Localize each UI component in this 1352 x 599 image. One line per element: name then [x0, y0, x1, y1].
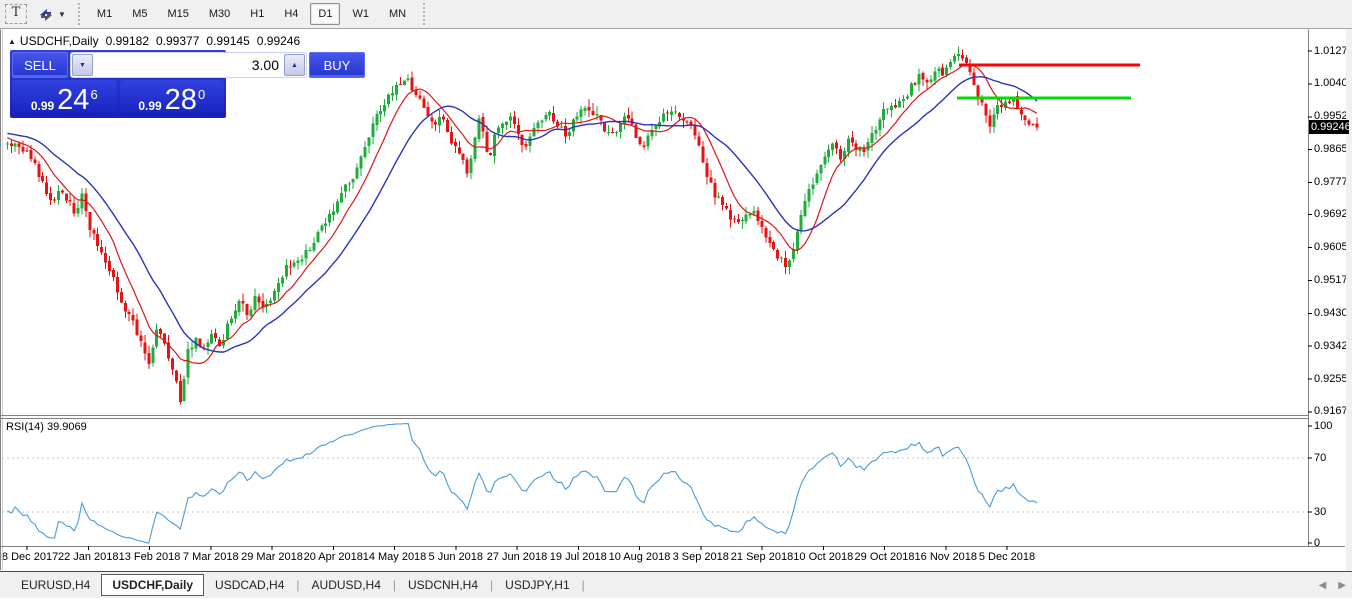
ohlc-open: 0.99182 — [106, 34, 149, 48]
buy-button[interactable]: BUY — [309, 52, 365, 78]
symbol-name: USDCHF,Daily — [20, 34, 99, 48]
sell-price-box[interactable]: 0.99 24 6 — [12, 80, 117, 116]
sell-price-big: 24 — [57, 87, 89, 113]
volume-increase-button[interactable]: ▲ — [284, 54, 305, 76]
collapse-triangle-icon[interactable]: ▲ — [8, 37, 16, 46]
sell-price-sup: 6 — [90, 88, 97, 101]
buy-price-box[interactable]: 0.99 28 0 — [120, 80, 225, 116]
ohlc-close: 0.99246 — [257, 34, 300, 48]
chart-symbol-header: ▲ USDCHF,Daily 0.99182 0.99377 0.99145 0.9924… — [8, 34, 300, 48]
spinner-up-icon: ▲ — [291, 62, 298, 69]
volume-stepper: ▼ ▲ — [70, 52, 307, 78]
ohlc-low: 0.99145 — [206, 34, 249, 48]
spinner-down-icon: ▼ — [79, 62, 86, 69]
current-price-tag: 0.99246 — [1309, 120, 1349, 134]
volume-input[interactable] — [93, 54, 284, 76]
sell-price-small: 0.99 — [31, 99, 54, 113]
sell-button[interactable]: SELL — [12, 52, 68, 78]
buy-price-small: 0.99 — [138, 99, 161, 113]
one-click-trading-panel: SELL ▼ ▲ BUY 0.99 24 6 0.99 28 0 — [10, 50, 226, 118]
volume-decrease-button[interactable]: ▼ — [72, 54, 93, 76]
buy-price-big: 28 — [165, 87, 197, 113]
ohlc-high: 0.99377 — [156, 34, 199, 48]
buy-price-sup: 0 — [198, 88, 205, 101]
rsi-indicator-label: RSI(14) 39.9069 — [6, 421, 87, 433]
